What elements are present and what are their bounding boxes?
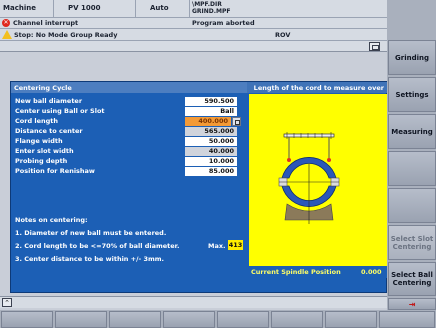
header-row-3: Stop: No Mode Group Ready ROV — [0, 29, 387, 41]
select-slot-centering-softkey[interactable]: Select Slot Centering — [388, 225, 436, 260]
bottom-softkey-8[interactable] — [379, 311, 435, 328]
channel-label: PV 1000 — [54, 0, 136, 18]
header-row-1: Machine PV 1000 Auto \MPF.DIR GRIND.MPF — [0, 0, 387, 18]
distance-to-center-value: 565.000 — [185, 127, 237, 136]
field-label: Distance to center — [15, 127, 83, 135]
right-softkey-bar: Grinding Settings Measuring Select Slot … — [387, 0, 436, 310]
bottom-softkey-2[interactable] — [55, 311, 107, 328]
auto-label: Auto — [136, 0, 190, 18]
program-dir: \MPF.DIR — [192, 1, 222, 8]
renishaw-position-input[interactable]: 85.000 — [185, 167, 237, 176]
exit-icon: ⇥ — [408, 299, 416, 309]
header-row-2: ✕ Channel interrupt Program aborted — [0, 18, 387, 29]
program-file: GRIND.MPF — [192, 8, 231, 15]
recall-icon[interactable]: ⌃ — [2, 298, 12, 307]
calculator-icon[interactable] — [232, 117, 241, 126]
field-list: New ball diameter 590.500 Center using B… — [15, 95, 247, 195]
settings-softkey[interactable]: Settings — [388, 77, 436, 112]
max-value: 413 — [228, 240, 243, 250]
bottom-softkey-6[interactable] — [271, 311, 323, 328]
select-ball-centering-softkey[interactable]: Select Ball Centering — [388, 262, 436, 296]
note-2: 2. Cord length to be <=70% of ball diame… — [15, 242, 180, 250]
max-label: Max. — [208, 242, 226, 250]
slot-width-value: 40.000 — [185, 147, 237, 156]
mode-label: Machine — [0, 0, 54, 18]
probing-depth-input[interactable]: 10.000 — [185, 157, 237, 166]
alarm-text: Channel interrupt — [13, 19, 79, 27]
spindle-label: Current Spindle Position — [251, 268, 341, 276]
warning-icon — [2, 30, 12, 39]
bottom-softkey-5[interactable] — [217, 311, 269, 328]
header: Machine PV 1000 Auto \MPF.DIR GRIND.MPF … — [0, 0, 387, 52]
note-3: 3. Center distance to be within +/- 3mm. — [15, 255, 165, 263]
empty-softkey-5[interactable] — [388, 188, 436, 223]
centering-diagram — [249, 94, 387, 266]
alarm-icon: ✕ — [2, 19, 10, 27]
empty-softkey-4[interactable] — [388, 151, 436, 186]
field-label: Flange width — [15, 137, 63, 145]
field-label: Cord length — [15, 117, 59, 125]
note-1: 1. Diameter of new ball must be entered. — [15, 229, 167, 237]
stop-text: Stop: No Mode Group Ready — [14, 31, 118, 39]
field-label: Probing depth — [15, 157, 68, 165]
panel-title: Centering Cycle — [11, 82, 247, 93]
field-label: Enter slot width — [15, 147, 74, 155]
grinding-softkey[interactable]: Grinding — [388, 40, 436, 75]
field-label: New ball diameter — [15, 97, 83, 105]
spindle-value: 0.000 — [361, 268, 382, 276]
field-label: Position for Renishaw — [15, 167, 95, 175]
notes-title: Notes on centering: — [15, 216, 88, 224]
bottom-softkey-7[interactable] — [325, 311, 377, 328]
rov-label: ROV — [275, 31, 291, 39]
center-mode-select[interactable]: Ball — [185, 107, 237, 116]
new-ball-diameter-input[interactable]: 590.500 — [185, 97, 237, 106]
status-icon[interactable] — [369, 42, 380, 51]
program-path: \MPF.DIR GRIND.MPF — [192, 1, 342, 17]
field-label: Center using Ball or Slot — [15, 107, 105, 115]
exit-softkey[interactable]: ⇥ — [388, 298, 436, 310]
bottom-softkey-4[interactable] — [163, 311, 215, 328]
bottom-softkey-3[interactable] — [109, 311, 161, 328]
program-status: Program aborted — [192, 19, 255, 27]
panel-hint: Length of the cord to measure over — [247, 82, 387, 93]
flange-width-input[interactable]: 50.000 — [185, 137, 237, 146]
measuring-softkey[interactable]: Measuring — [388, 114, 436, 149]
cord-length-input[interactable]: 400.000 — [185, 117, 231, 126]
status-strip: ⌃ — [0, 296, 387, 308]
bottom-softkey-1[interactable] — [1, 311, 53, 328]
centering-panel: Centering Cycle Length of the cord to me… — [10, 81, 387, 293]
bottom-softkey-bar — [0, 310, 436, 328]
